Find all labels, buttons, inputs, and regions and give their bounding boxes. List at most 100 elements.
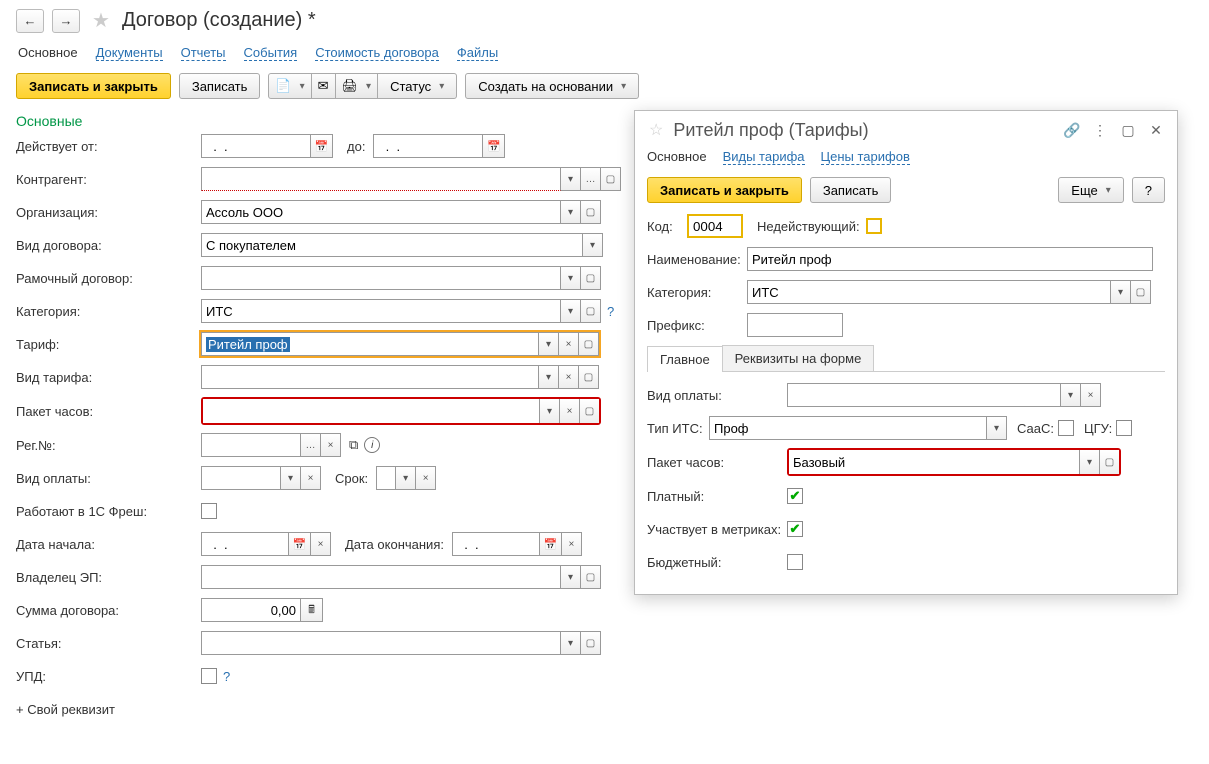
calendar-icon[interactable]: 📅 bbox=[289, 532, 311, 556]
inactive-checkbox[interactable] bbox=[866, 218, 882, 234]
calendar-icon[interactable]: 📅 bbox=[311, 134, 333, 158]
payment-type-input[interactable] bbox=[201, 466, 281, 490]
dropdown-icon[interactable]: ▾ bbox=[561, 299, 581, 323]
effective-from-input[interactable] bbox=[201, 134, 311, 158]
favorite-star-icon[interactable]: ★ bbox=[92, 8, 110, 33]
help-icon[interactable]: ? bbox=[223, 669, 230, 684]
clear-icon[interactable]: × bbox=[1081, 383, 1101, 407]
popup-help-button[interactable]: ? bbox=[1132, 177, 1165, 203]
organization-input[interactable] bbox=[201, 200, 561, 224]
open-icon[interactable]: ▢ bbox=[1131, 280, 1151, 304]
open-icon[interactable]: ▢ bbox=[579, 399, 599, 423]
maximize-icon[interactable]: ▢ bbox=[1117, 119, 1139, 141]
clear-icon[interactable]: × bbox=[321, 433, 341, 457]
tab-reports[interactable]: Отчеты bbox=[181, 45, 226, 61]
effective-to-input[interactable] bbox=[373, 134, 483, 158]
open-icon[interactable]: ▢ bbox=[581, 565, 601, 589]
inner-tab-main[interactable]: Главное bbox=[647, 346, 723, 372]
popup-more-button[interactable]: Еще bbox=[1058, 177, 1123, 203]
dropdown-icon[interactable]: ▾ bbox=[561, 266, 581, 290]
dropdown-icon[interactable]: ▾ bbox=[583, 233, 603, 257]
name-input[interactable] bbox=[747, 247, 1153, 271]
close-icon[interactable]: ✕ bbox=[1145, 119, 1167, 141]
favorite-star-icon[interactable]: ☆ bbox=[649, 120, 663, 140]
forward-button[interactable]: → bbox=[52, 9, 80, 33]
tab-files[interactable]: Файлы bbox=[457, 45, 498, 61]
code-input[interactable] bbox=[687, 214, 743, 238]
dropdown-icon[interactable]: ▾ bbox=[1111, 280, 1131, 304]
mail-button[interactable]: ✉ bbox=[311, 73, 336, 99]
open-icon[interactable]: ▢ bbox=[581, 200, 601, 224]
popup-tab-tariff-types[interactable]: Виды тарифа bbox=[723, 149, 805, 165]
amount-input[interactable] bbox=[201, 598, 301, 622]
dropdown-icon[interactable]: ▾ bbox=[987, 416, 1007, 440]
tab-documents[interactable]: Документы bbox=[96, 45, 163, 61]
dropdown-icon[interactable]: ▾ bbox=[561, 565, 581, 589]
popup-category-input[interactable] bbox=[747, 280, 1111, 304]
clear-icon[interactable]: × bbox=[311, 532, 331, 556]
inner-tab-requisites[interactable]: Реквизиты на форме bbox=[722, 345, 875, 371]
clear-icon[interactable]: × bbox=[301, 466, 321, 490]
clear-icon[interactable]: × bbox=[559, 399, 579, 423]
calculator-icon[interactable]: 🖩 bbox=[301, 598, 323, 622]
fresh-checkbox[interactable] bbox=[201, 503, 217, 519]
popup-save-close-button[interactable]: Записать и закрыть bbox=[647, 177, 802, 203]
open-icon[interactable]: ▢ bbox=[579, 365, 599, 389]
dropdown-icon[interactable]: ▾ bbox=[1061, 383, 1081, 407]
budget-checkbox[interactable] bbox=[787, 554, 803, 570]
back-button[interactable]: ← bbox=[16, 9, 44, 33]
ellipsis-icon[interactable]: … bbox=[581, 167, 601, 191]
ep-owner-input[interactable] bbox=[201, 565, 561, 589]
status-dropdown-button[interactable]: Статус bbox=[377, 73, 457, 99]
dropdown-icon[interactable]: ▾ bbox=[1079, 450, 1099, 474]
copy-dropdown-button[interactable]: 📄 bbox=[268, 73, 311, 99]
popup-tab-main[interactable]: Основное bbox=[647, 149, 707, 165]
clear-icon[interactable]: × bbox=[416, 466, 436, 490]
saas-checkbox[interactable] bbox=[1058, 420, 1074, 436]
open-icon[interactable]: ▢ bbox=[581, 299, 601, 323]
dropdown-icon[interactable]: ▾ bbox=[539, 399, 559, 423]
tab-cost[interactable]: Стоимость договора bbox=[315, 45, 439, 61]
tariff-type-input[interactable] bbox=[201, 365, 539, 389]
tab-main[interactable]: Основное bbox=[18, 45, 78, 61]
paid-checkbox[interactable] bbox=[787, 488, 803, 504]
tab-events[interactable]: События bbox=[244, 45, 298, 61]
clear-icon[interactable]: × bbox=[562, 532, 582, 556]
cgu-checkbox[interactable] bbox=[1116, 420, 1132, 436]
end-date-input[interactable] bbox=[452, 532, 540, 556]
more-icon[interactable]: ⋮ bbox=[1089, 119, 1111, 141]
open-icon[interactable]: ▢ bbox=[579, 332, 599, 356]
dropdown-icon[interactable]: ▾ bbox=[281, 466, 301, 490]
add-requisite-link[interactable]: + Свой реквизит bbox=[0, 696, 1209, 723]
article-input[interactable] bbox=[201, 631, 561, 655]
clear-icon[interactable]: × bbox=[559, 365, 579, 389]
open-icon[interactable]: ▢ bbox=[1099, 450, 1119, 474]
term-input[interactable] bbox=[376, 466, 396, 490]
calendar-icon[interactable]: 📅 bbox=[540, 532, 562, 556]
save-close-button[interactable]: Записать и закрыть bbox=[16, 73, 171, 99]
framework-input[interactable] bbox=[201, 266, 561, 290]
dropdown-icon[interactable]: ▾ bbox=[396, 466, 416, 490]
popup-payment-input[interactable] bbox=[787, 383, 1061, 407]
open-icon[interactable]: ▢ bbox=[581, 266, 601, 290]
ellipsis-icon[interactable]: … bbox=[301, 433, 321, 457]
counterparty-input[interactable] bbox=[201, 167, 561, 191]
its-type-input[interactable] bbox=[709, 416, 987, 440]
dropdown-icon[interactable]: ▾ bbox=[561, 167, 581, 191]
popup-save-button[interactable]: Записать bbox=[810, 177, 892, 203]
open-icon[interactable]: ▢ bbox=[581, 631, 601, 655]
popup-tab-prices[interactable]: Цены тарифов bbox=[821, 149, 910, 165]
dropdown-icon[interactable]: ▾ bbox=[561, 200, 581, 224]
prefix-input[interactable] bbox=[747, 313, 843, 337]
save-button[interactable]: Записать bbox=[179, 73, 261, 99]
create-based-button[interactable]: Создать на основании bbox=[465, 73, 639, 99]
contract-type-input[interactable] bbox=[201, 233, 583, 257]
calendar-icon[interactable]: 📅 bbox=[483, 134, 505, 158]
open-icon[interactable]: ▢ bbox=[601, 167, 621, 191]
clear-icon[interactable]: × bbox=[559, 332, 579, 356]
dropdown-icon[interactable]: ▾ bbox=[561, 631, 581, 655]
metrics-checkbox[interactable] bbox=[787, 521, 803, 537]
upd-checkbox[interactable] bbox=[201, 668, 217, 684]
copy-icon[interactable]: ⧉ bbox=[349, 437, 358, 453]
help-icon[interactable]: ? bbox=[607, 304, 614, 319]
